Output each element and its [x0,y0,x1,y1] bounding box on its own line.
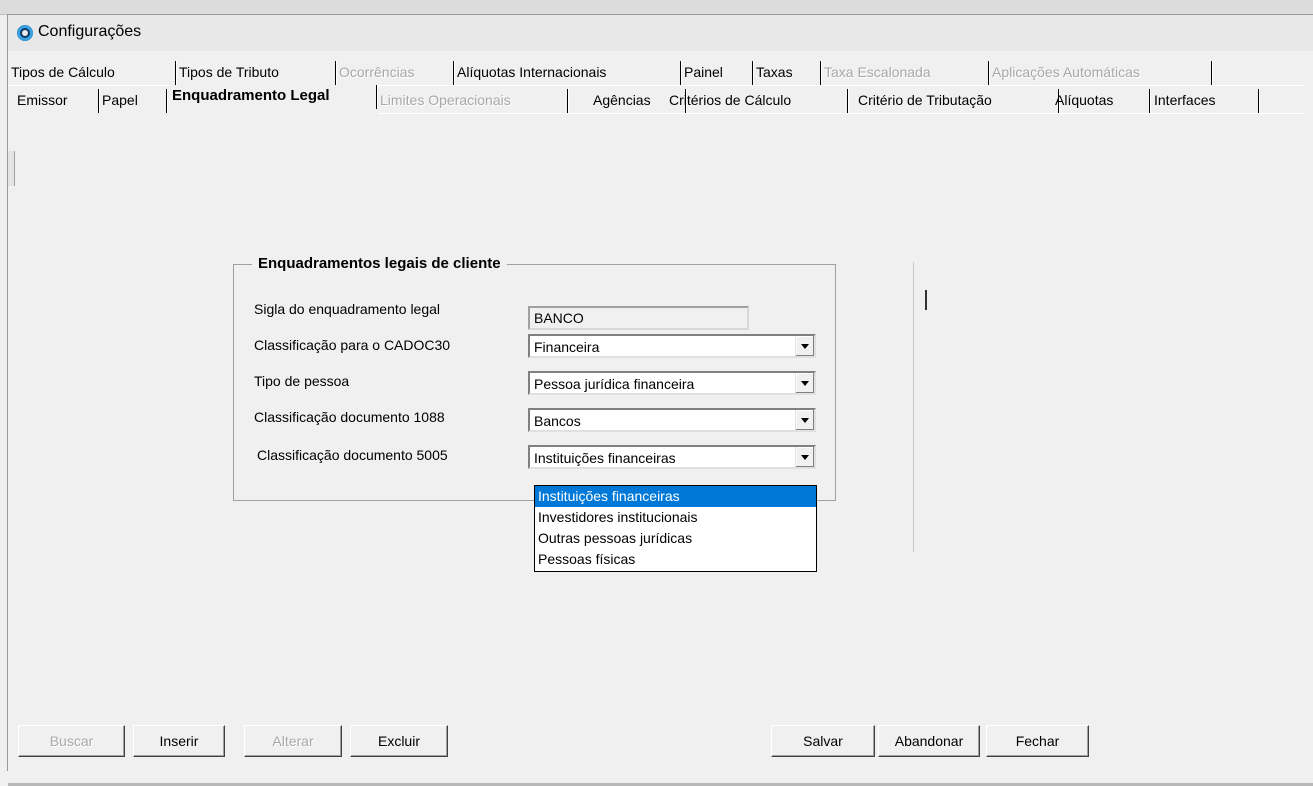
tab-taxa-escalonada[interactable]: Taxa Escalonada [821,61,990,85]
tab-label: Aplicações Automáticas [992,64,1140,80]
tab-aliquotas-internacionais[interactable]: Alíquotas Internacionais [454,61,682,85]
doc1088-value: Bancos [534,413,581,429]
dropdown-button[interactable] [795,336,814,356]
chevron-down-icon [801,381,809,386]
tab-label: Alíquotas [1055,92,1114,108]
tab-criterio-de-tributacao[interactable]: Critério de Tributação [846,89,1060,113]
tab-tipos-de-calculo[interactable]: Tipos de Cálculo [8,61,177,85]
chevron-down-icon [801,455,809,460]
tab-label: Limites Operacionais [380,92,511,108]
inserir-button[interactable]: Inserir [133,725,225,757]
alterar-button[interactable]: Alterar [244,725,342,757]
tab-label: Critérios de Cálculo [669,92,792,108]
tab-row-2: Emissor Papel Enquadramento Legal Limite… [8,85,1313,113]
chevron-down-icon [801,344,809,349]
tab-label: Critério de Tributação [858,92,992,108]
dropdown-button[interactable] [795,373,814,393]
tab-enquadramento-legal[interactable]: Enquadramento Legal [169,85,378,109]
tipo-pessoa-value: Pessoa jurídica financeira [534,376,695,392]
tab-interfaces[interactable]: Interfaces [1148,89,1260,113]
tab-label: Painel [684,64,723,80]
doc5005-select[interactable]: Instituições financeiras [528,445,816,469]
dropdown-button[interactable] [795,447,814,467]
tab-aliquotas[interactable]: Alíquotas [1050,89,1151,113]
doc5005-value: Instituições financeiras [534,450,676,466]
tab-label: Alíquotas Internacionais [457,64,607,80]
tab-panel-top-edge [378,113,1304,114]
divider-line [913,262,914,552]
panel-edge [8,151,15,186]
cadoc30-value: Financeira [534,339,600,355]
excluir-button[interactable]: Excluir [350,725,448,757]
tab-label: Agências [593,92,651,108]
sigla-label: Sigla do enquadramento legal [254,301,441,317]
abandonar-button[interactable]: Abandonar [878,725,980,757]
tab-row-1: Tipos de Cálculo Tipos de Tributo Ocorrê… [8,57,1313,85]
configuracoes-window: Configurações Tipos de Cálculo Tipos de … [7,14,1313,786]
doc5005-label: Classificação documento 5005 [257,447,448,463]
sigla-field: BANCO [528,306,749,330]
text-cursor [925,290,927,310]
doc1088-select[interactable]: Bancos [528,408,816,432]
tipo-pessoa-select[interactable]: Pessoa jurídica financeira [528,371,816,395]
cadoc30-label: Classificação para o CADOC30 [254,337,451,353]
dropdown-button[interactable] [795,410,814,430]
tab-taxas[interactable]: Taxas [753,61,822,85]
tab-criterios-de-calculo[interactable]: Critérios de Cálculo [664,89,849,113]
app-logo-icon [17,25,33,41]
window-title: Configurações [38,23,142,40]
tab-label: Interfaces [1154,92,1216,108]
fechar-button[interactable]: Fechar [986,725,1089,757]
tab-limites-operacionais[interactable]: Limites Operacionais [377,89,569,113]
tab-label: Taxas [756,64,793,80]
dropdown-option-outras-pj[interactable]: Outras pessoas jurídicas [535,528,816,549]
tab-papel[interactable]: Papel [99,89,168,113]
chevron-down-icon [801,418,809,423]
tab-aplicacoes-automaticas[interactable]: Aplicações Automáticas [989,61,1213,85]
tab-label: Enquadramento Legal [172,87,330,104]
tab-label: Tipos de Cálculo [11,64,115,80]
cadoc30-select[interactable]: Financeira [528,334,816,358]
doc5005-dropdown-list: Instituições financeiras Investidores in… [534,485,817,572]
groupbox-title: Enquadramentos legais de cliente [252,255,507,272]
background-strip [0,0,1313,15]
dropdown-option-investidores[interactable]: Investidores institucionais [535,507,816,528]
tab-label: Ocorrências [339,64,415,80]
tab-label: Emissor [17,92,68,108]
tab-emissor[interactable]: Emissor [14,89,100,113]
salvar-button[interactable]: Salvar [771,725,875,757]
dropdown-option-instituicoes[interactable]: Instituições financeiras [535,486,816,507]
tipo-pessoa-label: Tipo de pessoa [254,373,350,389]
tab-label: Taxa Escalonada [824,64,931,80]
dropdown-option-pessoas-fisicas[interactable]: Pessoas físicas [535,549,816,570]
tab-painel[interactable]: Painel [681,61,754,85]
doc1088-label: Classificação documento 1088 [254,409,445,425]
tab-tipos-de-tributo[interactable]: Tipos de Tributo [176,61,337,85]
tab-ocorrencias[interactable]: Ocorrências [336,61,455,85]
tab-label: Tipos de Tributo [179,64,279,80]
title-bar: Configurações [8,15,1313,51]
buscar-button[interactable]: Buscar [18,725,125,757]
tab-label: Papel [102,92,138,108]
